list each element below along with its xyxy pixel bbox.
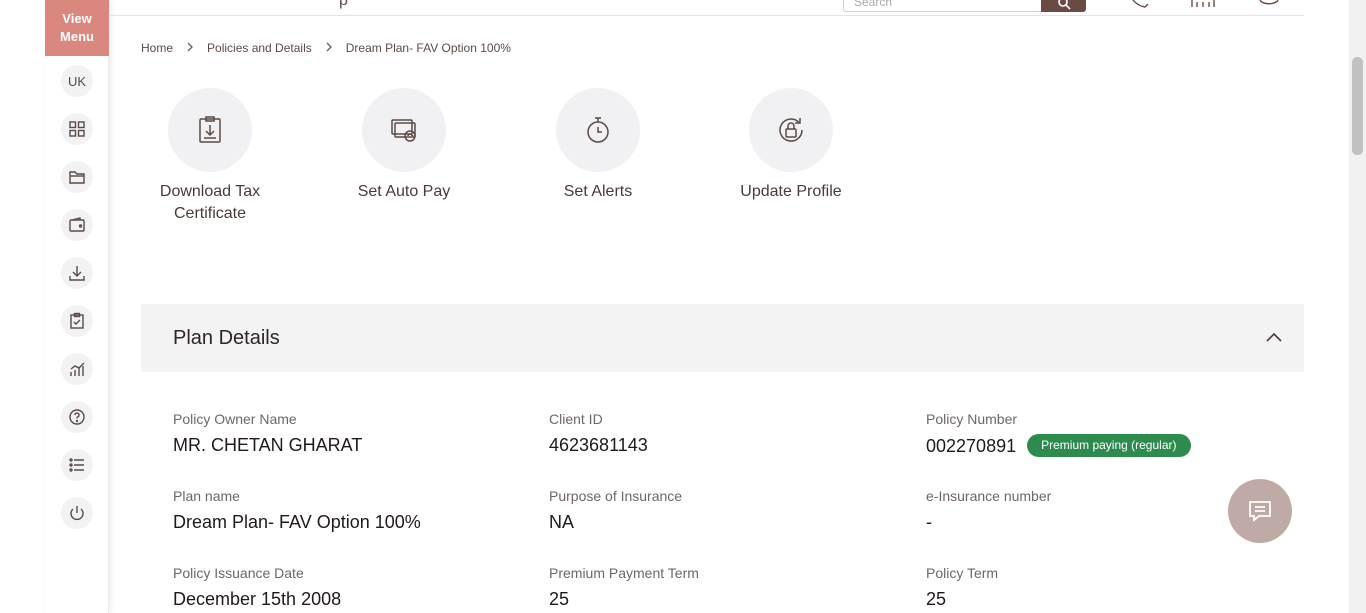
policy-owner-field: Policy Owner Name MR. CHETAN GHARAT — [173, 410, 362, 456]
chevron-right-icon — [324, 41, 334, 55]
update-profile-action[interactable]: Update Profile — [721, 88, 861, 203]
field-value: 4623681143 — [549, 435, 648, 455]
user-avatar[interactable]: UK — [61, 65, 93, 97]
status-badge: Premium paying (regular) — [1027, 434, 1191, 457]
phone-icon[interactable] — [1127, 0, 1153, 8]
plan-details-header[interactable]: Plan Details — [141, 304, 1304, 372]
search-button[interactable] — [1041, 0, 1086, 12]
policy-number-value: 002270891 — [926, 435, 1017, 456]
field-value-row: 002270891 Premium paying (regular) — [926, 434, 1191, 457]
page-header-title: p — [339, 0, 348, 9]
field-value: 25 — [549, 589, 570, 609]
field-value: 25 — [926, 589, 947, 609]
page-scrollbar[interactable] — [1349, 0, 1366, 613]
download-icon[interactable] — [61, 257, 93, 289]
field-value: - — [926, 512, 932, 532]
set-auto-pay-action[interactable]: Set Auto Pay — [334, 88, 474, 203]
alarm-icon[interactable] — [556, 88, 640, 172]
chat-icon — [1249, 501, 1271, 522]
list-icon[interactable] — [61, 449, 93, 481]
breadcrumb-home[interactable]: Home — [141, 41, 173, 55]
help-icon[interactable] — [61, 401, 93, 433]
plan-name-field: Plan name Dream Plan- FAV Option 100% — [173, 487, 421, 533]
action-label: Set Alerts — [563, 183, 633, 200]
issuance-date-field: Policy Issuance Date December 15th 2008 — [173, 564, 341, 610]
field-label: Purpose of Insurance — [549, 488, 683, 504]
field-label: e-Insurance number — [926, 488, 1052, 504]
wallet-icon[interactable] — [61, 209, 93, 241]
field-label: Policy Term — [926, 565, 999, 581]
action-label: Download Tax Certificate — [159, 183, 261, 222]
set-alerts-action[interactable]: Set Alerts — [528, 88, 668, 203]
scrollbar-thumb[interactable] — [1352, 57, 1363, 155]
folder-icon[interactable] — [61, 161, 93, 193]
chat-button[interactable] — [1228, 479, 1292, 543]
action-label: Update Profile — [740, 183, 842, 200]
premium-payment-term-field: Premium Payment Term 25 — [549, 564, 699, 610]
chevron-up-icon[interactable] — [1264, 328, 1284, 348]
field-label: Premium Payment Term — [549, 565, 699, 581]
notification-bell-icon[interactable] — [1256, 0, 1282, 8]
search-input[interactable]: Search — [843, 0, 1043, 12]
clipboard-check-icon[interactable] — [61, 305, 93, 337]
field-value: Dream Plan- FAV Option 100% — [173, 512, 421, 532]
breadcrumb-policies[interactable]: Policies and Details — [207, 41, 312, 55]
field-value: December 15th 2008 — [173, 589, 342, 609]
e-insurance-field: e-Insurance number - — [926, 487, 1051, 533]
download-tax-certificate-action[interactable]: Download Tax Certificate — [140, 88, 280, 225]
update-profile-icon[interactable] — [749, 88, 833, 172]
search-icon — [1057, 0, 1071, 10]
chevron-right-icon — [185, 41, 195, 55]
dashboard-grid-icon[interactable] — [61, 113, 93, 145]
field-label: Policy Number — [926, 411, 1018, 427]
action-label: Set Auto Pay — [357, 183, 451, 200]
side-navigation: View Menu UK — [45, 0, 109, 613]
policy-number-field: Policy Number 002270891 Premium paying (… — [926, 410, 1191, 457]
power-icon[interactable] — [61, 497, 93, 529]
field-value: NA — [549, 512, 575, 532]
breadcrumb-current: Dream Plan- FAV Option 100% — [345, 41, 511, 55]
field-label: Policy Owner Name — [173, 411, 297, 427]
field-label: Policy Issuance Date — [173, 565, 304, 581]
field-label: Plan name — [173, 488, 240, 504]
breadcrumb: Home Policies and Details Dream Plan- FA… — [141, 41, 511, 55]
auto-pay-icon[interactable] — [362, 88, 446, 172]
field-label: Client ID — [549, 411, 603, 427]
view-menu-button[interactable]: View Menu — [45, 0, 109, 56]
purpose-field: Purpose of Insurance NA — [549, 487, 682, 533]
branch-icon[interactable] — [1190, 0, 1216, 8]
growth-chart-icon[interactable] — [61, 353, 93, 385]
policy-term-field: Policy Term 25 — [926, 564, 998, 610]
tax-certificate-icon[interactable] — [168, 88, 252, 172]
header-divider — [110, 15, 1304, 16]
client-id-field: Client ID 4623681143 — [549, 410, 648, 456]
plan-details-title: Plan Details — [173, 326, 280, 349]
field-value: MR. CHETAN GHARAT — [173, 435, 363, 455]
